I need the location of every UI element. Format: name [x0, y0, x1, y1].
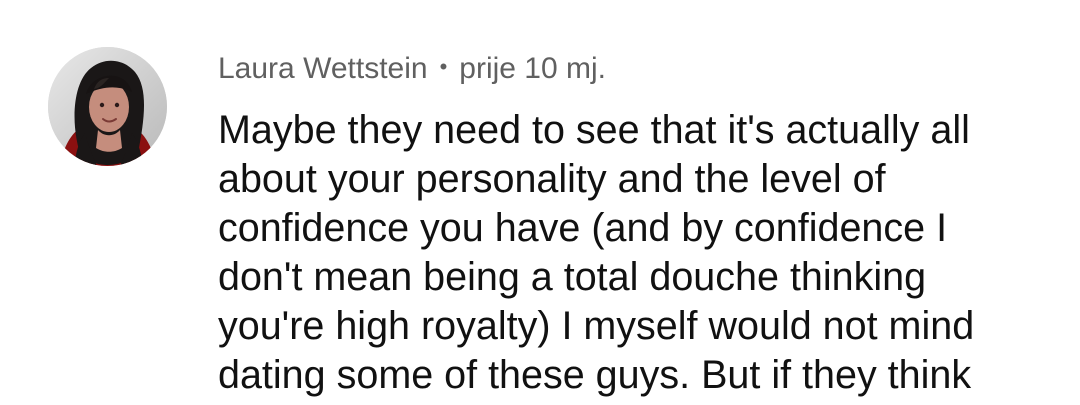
avatar-photo-icon: [48, 47, 167, 166]
comment-timestamp[interactable]: prije 10 mj.: [459, 52, 606, 86]
comment-card: Laura Wettstein • prije 10 mj. Maybe the…: [0, 0, 1080, 405]
author-name[interactable]: Laura Wettstein: [218, 52, 428, 86]
meta-separator: •: [439, 54, 448, 79]
author-avatar[interactable]: [48, 47, 167, 166]
comment-meta: Laura Wettstein • prije 10 mj.: [218, 49, 606, 89]
comment-body: Maybe they need to see that it's actuall…: [218, 108, 975, 397]
